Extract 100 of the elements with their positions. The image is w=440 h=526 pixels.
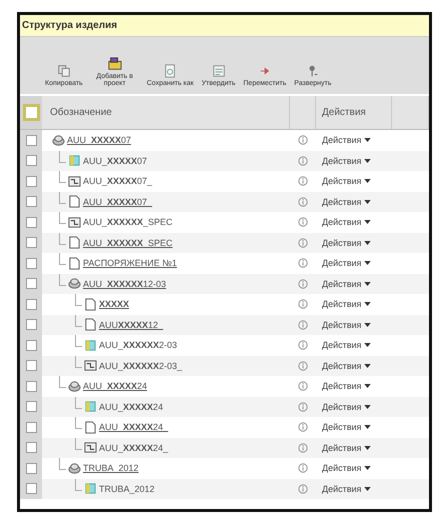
actions-dropdown[interactable]: Действия [322,402,372,412]
info-icon[interactable] [298,196,308,207]
row-checkbox[interactable] [26,401,36,412]
actions-dropdown[interactable]: Действия [322,196,372,207]
item-link[interactable]: AUU_XXXXX07_ [83,196,152,207]
document-icon [68,256,81,270]
item-link[interactable]: TRUBA_2012 [83,463,139,474]
item-name: TRUBA_2012 [99,484,155,494]
caret-icon [364,466,372,470]
document-icon [68,236,81,250]
info-icon[interactable] [298,135,308,146]
item-link[interactable]: РАСПОРЯЖЕНИЕ №1 [83,258,177,268]
row-checkbox[interactable] [26,216,36,228]
part-icon [68,154,81,168]
info-icon[interactable] [298,442,308,453]
actions-dropdown[interactable]: Действия [322,340,372,350]
caret-icon [364,446,372,450]
row-checkbox[interactable] [26,237,36,248]
row-checkbox[interactable] [26,298,36,310]
item-link[interactable]: AUU_XXXXX24_ [99,422,168,432]
drawing-icon [84,441,97,454]
actions-dropdown[interactable]: Действия [322,299,372,310]
actions-dropdown[interactable]: Действия [322,442,372,453]
info-icon[interactable] [298,320,308,330]
info-icon[interactable] [298,299,308,310]
caret-icon [364,138,372,142]
actions-dropdown[interactable]: Действия [322,320,372,330]
info-icon[interactable] [298,217,308,228]
info-icon[interactable] [298,360,308,371]
caret-icon [364,425,372,430]
caret-icon [364,302,372,306]
item-link[interactable]: AUU_XXXXX24 [83,381,148,392]
item-link[interactable]: AUU_XXXXXX12-03 [83,278,166,289]
actions-dropdown[interactable]: Действия [322,156,372,166]
actions-dropdown[interactable]: Действия [322,217,372,228]
caret-icon [364,179,372,184]
row-checkbox[interactable] [26,134,36,146]
item-link[interactable]: AUU_XXXXX07 [67,135,132,146]
row-checkbox[interactable] [26,340,36,351]
row-checkbox[interactable] [26,380,36,392]
item-link[interactable]: AUU_XXXXXX_SPEC [83,238,173,248]
item-link[interactable]: AUUXXXXX12_ [99,320,164,330]
copy-icon [56,64,71,78]
list-icon [212,64,226,78]
info-icon[interactable] [298,278,308,289]
caret-icon [364,486,372,491]
row-checkbox[interactable] [26,176,36,187]
row-checkbox[interactable] [26,442,36,454]
info-icon[interactable] [298,463,308,474]
caret-icon [364,364,372,368]
column-header[interactable]: Действия [316,96,392,129]
caret-icon [364,158,372,163]
drawing-icon [84,359,97,372]
actions-dropdown[interactable]: Действия [322,135,372,146]
caret-icon [364,200,372,204]
folder-icon [108,56,122,71]
info-icon[interactable] [298,422,308,432]
select-all-checkbox[interactable] [22,104,40,121]
info-icon[interactable] [298,176,308,186]
item-name: AUU_XXXXX07_ [83,176,152,186]
row-checkbox[interactable] [26,155,36,166]
actions-dropdown[interactable]: Действия [322,360,372,371]
actions-dropdown[interactable]: Действия [322,238,372,248]
info-icon[interactable] [298,340,308,350]
caret-icon [364,322,372,327]
row-checkbox[interactable] [26,422,36,433]
info-icon[interactable] [298,258,308,268]
actions-dropdown[interactable]: Действия [322,484,372,494]
item-name: AUU_XXXXXX_SPEC [83,217,173,228]
actions-dropdown[interactable]: Действия [322,422,372,432]
actions-dropdown[interactable]: Действия [322,278,372,289]
panel-title: Структура изделия [22,20,118,31]
caret-icon [364,240,372,245]
row-checkbox[interactable] [26,360,36,372]
caret-icon [364,404,372,409]
info-icon[interactable] [298,156,308,166]
row-checkbox[interactable] [26,319,36,330]
actions-dropdown[interactable]: Действия [322,258,372,268]
actions-dropdown[interactable]: Действия [322,463,372,474]
info-icon[interactable] [298,381,308,392]
caret-icon [364,282,372,286]
row-checkbox[interactable] [26,462,36,474]
item-link[interactable]: XXXXX [99,299,130,310]
document-icon [84,318,97,332]
actions-dropdown[interactable]: Действия [322,176,372,186]
drawing-icon [68,174,81,188]
assembly-icon [68,277,81,290]
column-header[interactable]: Обозначение [42,96,290,129]
item-name: AUU_XXXXX24_ [99,442,168,453]
row-checkbox[interactable] [26,278,36,290]
caret-icon [364,384,372,388]
info-icon[interactable] [298,484,308,494]
info-icon[interactable] [298,238,308,248]
row-checkbox[interactable] [26,196,36,208]
document-icon [84,420,97,434]
row-checkbox[interactable] [26,258,36,269]
row-checkbox[interactable] [26,483,36,494]
actions-dropdown[interactable]: Действия [322,381,372,392]
document-icon [84,298,97,311]
info-icon[interactable] [298,402,308,412]
